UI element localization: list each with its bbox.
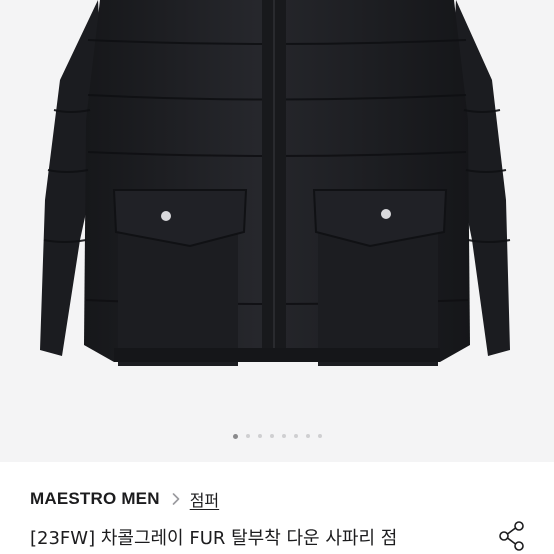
carousel-dot[interactable] xyxy=(269,434,274,438)
carousel-dot[interactable] xyxy=(232,433,238,439)
product-title: [23FW] 차콜그레이 FUR 탈부착 다운 사파리 점 xyxy=(30,528,398,549)
share-icon xyxy=(499,521,524,551)
breadcrumb: MAESTRO MEN 점퍼 xyxy=(30,486,219,512)
share-button[interactable] xyxy=(494,518,530,554)
carousel-dot[interactable] xyxy=(281,434,286,438)
jacket-illustration xyxy=(40,0,511,366)
brand-link[interactable]: MAESTRO MEN xyxy=(30,489,160,509)
category-link[interactable]: 점퍼 xyxy=(190,487,219,511)
carousel-dot[interactable] xyxy=(317,434,322,438)
carousel-dot[interactable] xyxy=(257,434,262,438)
carousel-dot[interactable] xyxy=(293,434,298,438)
carousel-dot[interactable] xyxy=(305,434,310,438)
product-detail-page: MAESTRO MEN 점퍼 [23FW] 차콜그레이 FUR 탈부착 다운 사… xyxy=(0,0,554,554)
carousel-dot[interactable] xyxy=(245,434,250,438)
carousel-indicator[interactable] xyxy=(0,431,554,441)
product-image[interactable] xyxy=(0,0,554,462)
chevron-right-icon xyxy=(172,493,180,505)
